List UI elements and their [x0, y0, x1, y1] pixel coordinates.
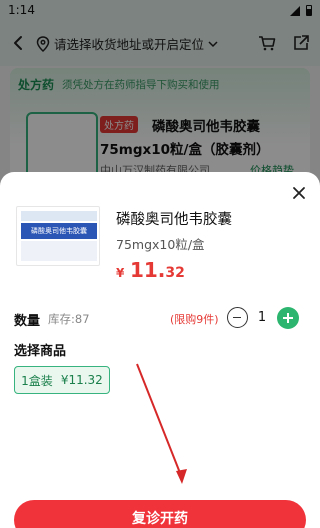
- quantity-label: 数量: [14, 314, 41, 329]
- price-integer: 11.: [129, 258, 166, 282]
- select-product-label: 选择商品: [14, 344, 67, 359]
- box-label: 磷酸奥司他韦胶囊: [21, 223, 97, 239]
- product-options-sheet: 磷酸奥司他韦胶囊 磷酸奥司他韦胶囊 75mgx10粒/盒 ¥ 11.32 数量 …: [0, 172, 320, 528]
- product-spec: 75mgx10粒/盒: [116, 237, 205, 252]
- option-price: ¥11.32: [60, 373, 103, 387]
- box-bottom: [21, 241, 97, 261]
- quantity-value: 1: [257, 310, 267, 325]
- option-chip-1-box[interactable]: 1盒装 ¥11.32: [14, 366, 110, 394]
- product-image: 磷酸奥司他韦胶囊: [16, 206, 100, 266]
- purchase-limit-text: (限购9件): [170, 313, 219, 326]
- close-icon[interactable]: [292, 186, 306, 200]
- product-price: ¥ 11.32: [116, 258, 185, 282]
- product-name: 磷酸奥司他韦胶囊: [116, 212, 232, 228]
- decrease-quantity-button[interactable]: [227, 307, 248, 328]
- price-currency: ¥: [116, 266, 125, 280]
- price-decimal: 32: [165, 265, 185, 281]
- revisit-prescribe-button[interactable]: 复诊开药: [14, 500, 306, 528]
- increase-quantity-button[interactable]: [277, 307, 299, 329]
- stock-text: 库存:87: [48, 312, 90, 326]
- box-top: [21, 211, 97, 221]
- option-name: 1盒装: [21, 373, 53, 388]
